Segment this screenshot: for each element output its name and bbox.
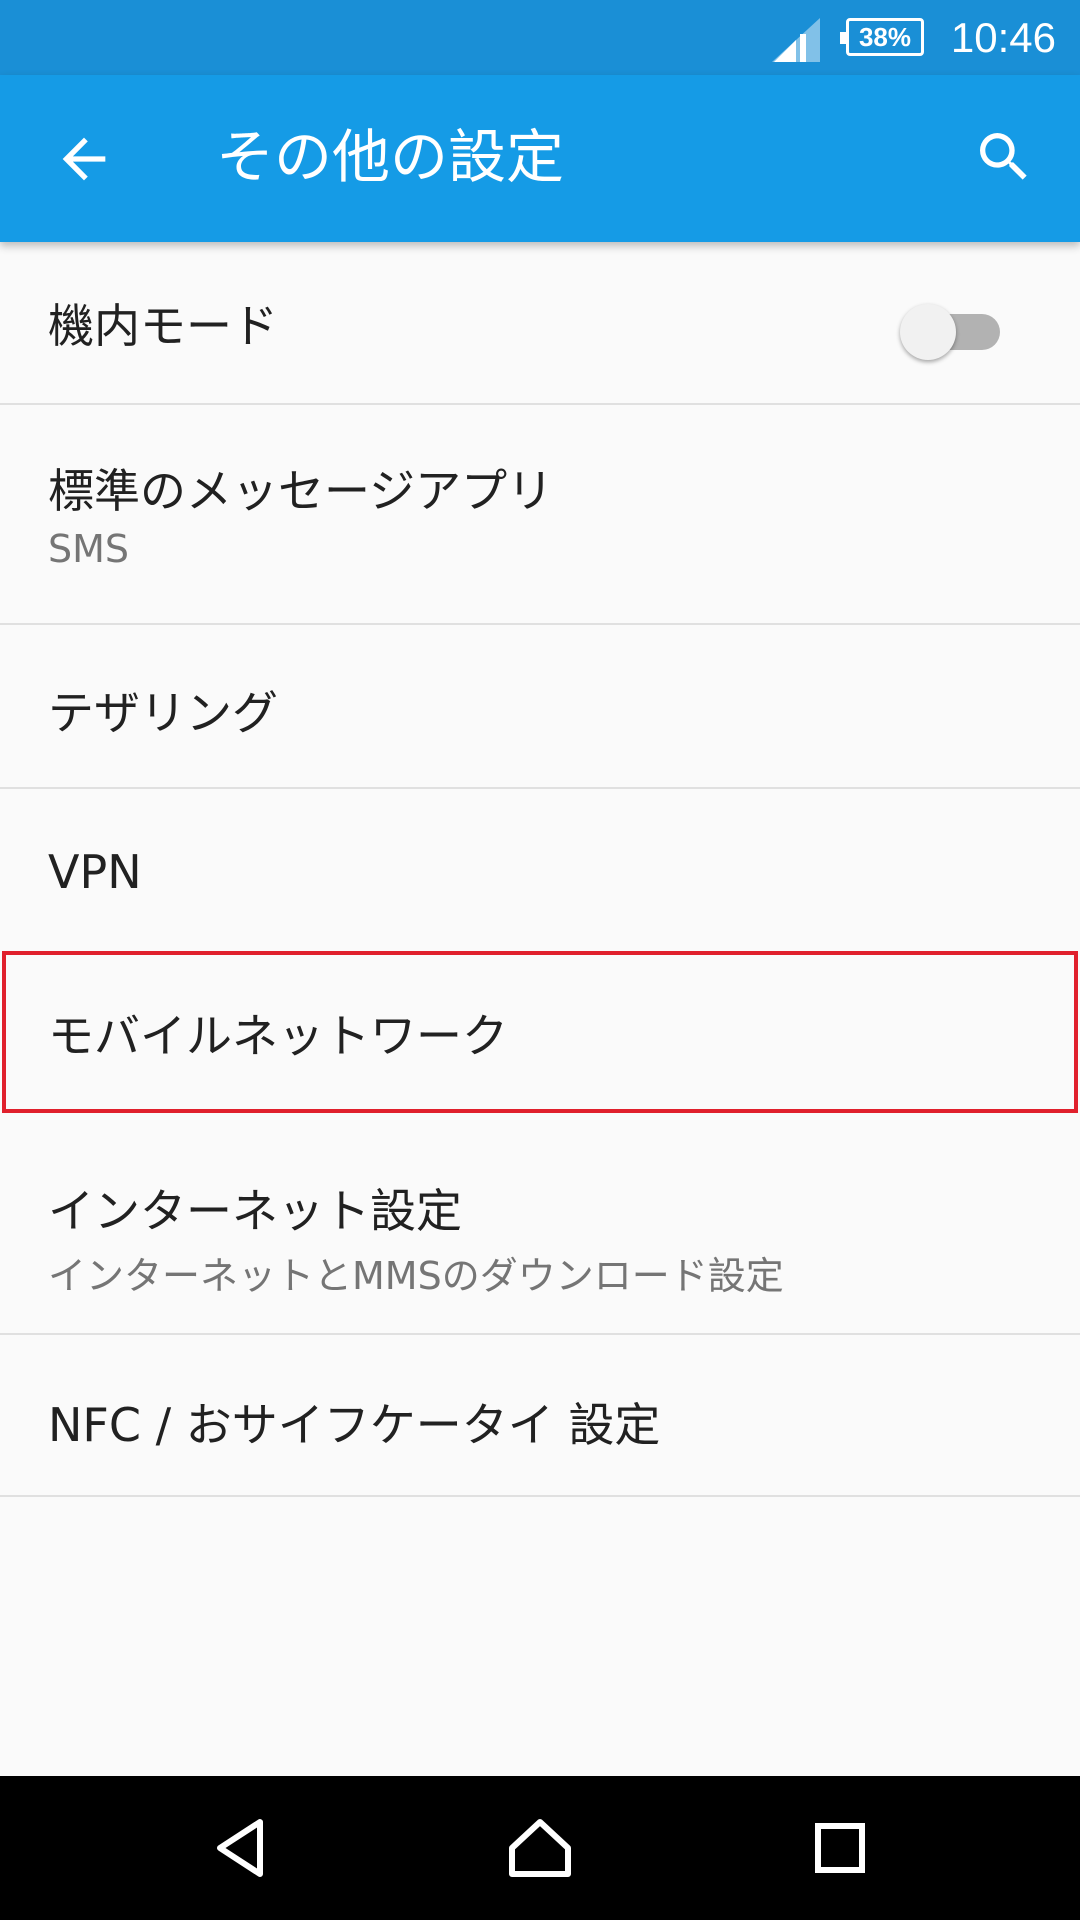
nav-bar bbox=[0, 1776, 1080, 1920]
battery-percent: 38% bbox=[858, 22, 912, 52]
setting-internet-settings[interactable]: インターネット設定 インターネットとMMSのダウンロード設定 bbox=[0, 1115, 1080, 1335]
setting-default-sms-app[interactable]: 標準のメッセージアプリ SMS bbox=[0, 405, 1080, 625]
toggle-thumb bbox=[900, 304, 956, 360]
clock: 10:46 bbox=[950, 14, 1056, 61]
setting-label: インターネット設定 bbox=[48, 1184, 462, 1238]
setting-label: 標準のメッセージアプリ bbox=[48, 464, 554, 518]
app-bar: その他の設定 bbox=[0, 75, 1080, 242]
search-icon[interactable] bbox=[972, 125, 1036, 189]
setting-tethering[interactable]: テザリング bbox=[0, 625, 1080, 789]
battery-icon: 38% bbox=[840, 18, 924, 56]
setting-label: NFC / おサイフケータイ 設定 bbox=[48, 1398, 661, 1452]
setting-airplane-mode[interactable]: 機内モード bbox=[0, 242, 1080, 405]
airplane-mode-toggle[interactable] bbox=[900, 302, 1004, 360]
nav-home-icon[interactable] bbox=[504, 1812, 576, 1884]
setting-label: モバイルネットワーク bbox=[48, 1009, 508, 1063]
setting-mobile-network[interactable]: モバイルネットワーク bbox=[0, 952, 1080, 1115]
back-arrow-icon[interactable] bbox=[52, 127, 116, 191]
setting-vpn[interactable]: VPN bbox=[0, 789, 1080, 952]
nav-back-icon[interactable] bbox=[206, 1812, 278, 1884]
setting-label: テザリング bbox=[48, 686, 278, 740]
page-title: その他の設定 bbox=[216, 123, 565, 191]
nav-recents-icon[interactable] bbox=[804, 1812, 876, 1884]
setting-label: VPN bbox=[48, 845, 142, 899]
settings-list: 機内モード 標準のメッセージアプリ SMS テザリング VPN モバイルネットワ… bbox=[0, 242, 1080, 1497]
signal-icon bbox=[772, 18, 820, 62]
setting-nfc[interactable]: NFC / おサイフケータイ 設定 bbox=[0, 1335, 1080, 1497]
setting-summary: インターネットとMMSのダウンロード設定 bbox=[48, 1254, 784, 1298]
setting-label: 機内モード bbox=[48, 299, 278, 353]
setting-summary: SMS bbox=[48, 527, 130, 571]
battery-nub bbox=[840, 32, 846, 44]
status-bar: 38% 10:46 bbox=[0, 0, 1080, 75]
